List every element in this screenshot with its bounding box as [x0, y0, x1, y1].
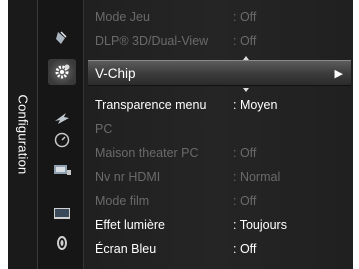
sound-icon[interactable]	[52, 234, 72, 252]
menu-item-ecran-bleu[interactable]: Écran Bleu : Off	[88, 238, 351, 260]
input-icon[interactable]	[52, 109, 72, 127]
menu-item-v-chip[interactable]: V-Chip ▶	[88, 60, 351, 86]
side-tab-label: Configuration	[15, 94, 31, 175]
side-tab-label-wrap: Configuration	[8, 0, 38, 269]
menu-item-nv-nr-hdmi[interactable]: Nv nr HDMI : Normal	[88, 166, 351, 188]
menu-item-effet-lumiere[interactable]: Effet lumière : Toujours	[88, 214, 351, 236]
menu-item-label: Transparence menu	[95, 98, 207, 112]
menu-item-label: Maison theater PC	[95, 146, 199, 160]
menu-item-label: Mode Jeu	[95, 10, 150, 24]
menu-item-label: Effet lumière	[95, 218, 165, 232]
menu-item-mode-jeu[interactable]: Mode Jeu : Off	[88, 6, 351, 28]
menu-item-transparence[interactable]: Transparence menu : Moyen	[88, 94, 351, 116]
menu-item-label: Écran Bleu	[95, 242, 157, 256]
picture-icon[interactable]	[52, 29, 72, 47]
menu-item-pc[interactable]: PC	[88, 118, 351, 140]
support-icon[interactable]	[52, 161, 72, 179]
menu-item-label: Mode film	[95, 194, 150, 208]
menu-item-label: DLP® 3D/Dual-View	[95, 34, 209, 48]
menu-item-value: : Off	[233, 10, 257, 24]
menu-item-value: : Off	[233, 34, 257, 48]
menu-item-value: : Off	[233, 194, 257, 208]
menu-item-value: : Toujours	[233, 218, 287, 232]
menu-item-value: : Moyen	[233, 98, 278, 112]
chevron-right-icon: ▶	[334, 67, 343, 80]
menu-item-label: Nv nr HDMI	[95, 170, 161, 184]
display-icon[interactable]	[52, 205, 72, 223]
menu-item-value: : Off	[233, 242, 257, 256]
menu-item-value: : Off	[233, 146, 257, 160]
setup-icon[interactable]	[48, 59, 76, 85]
menu-item-dlp-3d[interactable]: DLP® 3D/Dual-View : Off	[88, 30, 351, 52]
menu-item-label: V-Chip	[95, 65, 136, 81]
scroll-down-indicator	[243, 88, 249, 92]
menu-item-mode-film[interactable]: Mode film : Off	[88, 190, 351, 212]
clock-icon[interactable]	[52, 131, 72, 149]
menu-item-label: PC	[95, 122, 113, 136]
menu-item-value: : Normal	[233, 170, 281, 184]
menu-item-maison-theater[interactable]: Maison theater PC : Off	[88, 142, 351, 164]
